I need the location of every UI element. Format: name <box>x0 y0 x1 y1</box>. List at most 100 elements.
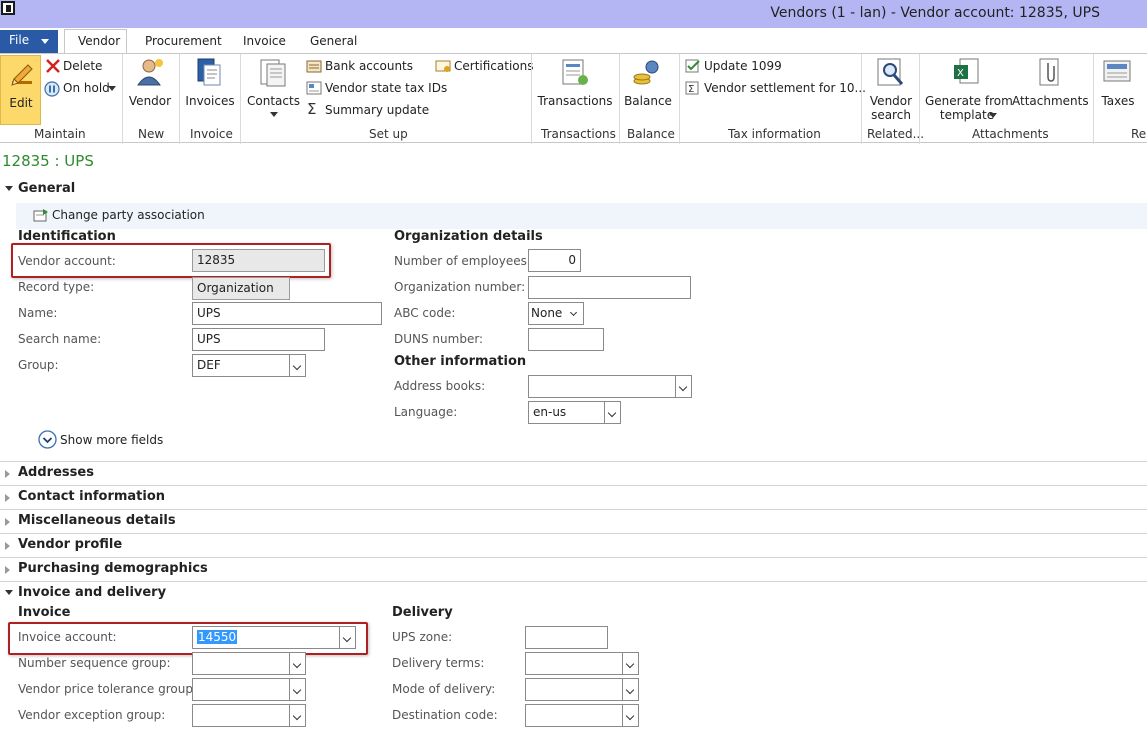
contacts-button[interactable]: Contacts <box>247 94 300 108</box>
tab-invoice[interactable]: Invoice <box>243 34 286 48</box>
invoice-account-select[interactable]: 14550 <box>192 626 356 649</box>
address-books-label: Address books: <box>394 379 486 393</box>
attachments-button[interactable]: Attachments <box>1012 94 1089 108</box>
ribbon: Edit Delete On hold Maintain Vendor New … <box>0 53 1147 144</box>
update-1099-button[interactable]: Update 1099 <box>704 59 782 73</box>
vendor-search-button[interactable]: Vendor search <box>866 94 916 122</box>
app-icon[interactable] <box>1 1 15 15</box>
group-value: DEF <box>197 358 221 372</box>
language-select[interactable]: en-us <box>528 401 621 424</box>
tab-file[interactable]: File <box>0 30 58 53</box>
chevron-down-icon <box>108 86 116 91</box>
organization-number-field[interactable] <box>528 276 691 299</box>
vendor-button[interactable]: Vendor <box>128 94 172 108</box>
bank-accounts-button[interactable]: Bank accounts <box>325 59 413 73</box>
chevron-down-icon[interactable] <box>289 355 305 376</box>
on-hold-button[interactable]: On hold <box>63 81 110 95</box>
divider <box>531 54 532 144</box>
edit-label: Edit <box>9 96 33 110</box>
section-purchasing-demographics[interactable]: Purchasing demographics <box>0 558 1147 582</box>
vendor-account-field[interactable]: 12835 <box>192 249 325 272</box>
chevron-down-icon[interactable] <box>604 402 620 423</box>
expand-circle-icon[interactable] <box>38 430 57 449</box>
party-icon <box>33 209 48 222</box>
section-vendor-profile[interactable]: Vendor profile <box>0 534 1147 558</box>
chevron-down-icon[interactable] <box>622 653 638 674</box>
section-addresses[interactable]: Addresses <box>0 462 1147 486</box>
section-general-header[interactable]: General <box>0 178 1147 202</box>
summary-update-button[interactable]: Summary update <box>325 103 429 117</box>
section-contact-information[interactable]: Contact information <box>0 486 1147 510</box>
abc-code-value: None <box>531 306 563 320</box>
section-general-title: General <box>18 181 76 196</box>
chevron-down-icon[interactable] <box>339 627 355 648</box>
section-miscellaneous-details[interactable]: Miscellaneous details <box>0 510 1147 534</box>
section-vendor-profile-title: Vendor profile <box>18 537 123 552</box>
taxes-button[interactable]: Taxes <box>1097 94 1139 108</box>
certifications-button[interactable]: Certifications <box>454 59 533 73</box>
price-tolerance-group-select[interactable] <box>192 678 306 701</box>
svg-text:X: X <box>957 68 964 79</box>
number-sequence-group-select[interactable] <box>192 652 306 675</box>
chevron-down-icon <box>989 113 997 118</box>
delete-button[interactable]: Delete <box>63 59 102 73</box>
divider <box>122 54 123 144</box>
edit-button[interactable]: Edit <box>0 55 41 125</box>
identification-title: Identification <box>18 229 116 244</box>
section-miscellaneous-title: Miscellaneous details <box>18 513 176 528</box>
address-books-select[interactable] <box>528 375 692 398</box>
group-transactions: Transactions <box>541 127 616 141</box>
invoices-icon <box>197 58 221 86</box>
transactions-button[interactable]: Transactions <box>537 94 613 108</box>
tab-general[interactable]: General <box>310 34 357 48</box>
chevron-down-icon[interactable] <box>289 705 305 726</box>
chevron-down-icon[interactable] <box>289 653 305 674</box>
chevron-down-icon[interactable] <box>675 376 691 397</box>
duns-number-field[interactable] <box>528 328 604 351</box>
mode-of-delivery-select[interactable] <box>525 678 639 701</box>
section-invoice-and-delivery[interactable]: Invoice and delivery <box>0 582 1147 606</box>
destination-code-select[interactable] <box>525 704 639 727</box>
generate-line1: Generate from <box>925 94 1013 108</box>
excel-template-icon: X <box>954 58 979 84</box>
chevron-down-icon[interactable] <box>622 679 638 700</box>
invoice-group-title: Invoice <box>18 605 71 620</box>
abc-code-select[interactable]: None <box>528 302 584 325</box>
ups-zone-field[interactable] <box>525 626 608 649</box>
employees-label: Number of employees: <box>394 254 531 268</box>
chevron-down-icon <box>270 112 278 117</box>
exception-group-select[interactable] <box>192 704 306 727</box>
other-information-title: Other information <box>394 354 527 369</box>
show-more-fields-link[interactable]: Show more fields <box>60 433 163 447</box>
chevron-down-icon <box>41 39 49 44</box>
section-addresses-title: Addresses <box>18 465 94 480</box>
chevron-down-icon[interactable] <box>289 679 305 700</box>
group-maintain: Maintain <box>34 127 86 141</box>
balance-button[interactable]: Balance <box>622 94 674 108</box>
ups-zone-label: UPS zone: <box>392 630 453 644</box>
search-name-field[interactable]: UPS <box>192 328 325 351</box>
bank-icon <box>306 60 322 73</box>
group-select[interactable]: DEF <box>192 354 306 377</box>
divider <box>919 54 920 144</box>
record-title: 12835 : UPS <box>2 152 94 170</box>
delivery-terms-select[interactable] <box>525 652 639 675</box>
name-field[interactable]: UPS <box>192 302 382 325</box>
invoice-account-label: Invoice account: <box>18 630 117 644</box>
delivery-terms-label: Delivery terms: <box>392 656 485 670</box>
invoices-button[interactable]: Invoices <box>184 94 236 108</box>
section-contact-information-title: Contact information <box>18 489 166 504</box>
taxes-icon <box>1103 60 1131 82</box>
chevron-down-icon[interactable] <box>622 705 638 726</box>
tab-vendor-label[interactable]: Vendor <box>78 34 120 48</box>
tab-procurement[interactable]: Procurement <box>145 34 222 48</box>
change-party-association-button[interactable]: Change party association <box>52 208 205 222</box>
group-related: Related... <box>867 127 925 141</box>
abc-code-label: ABC code: <box>394 306 456 320</box>
vendor-state-tax-ids-button[interactable]: Vendor state tax IDs <box>325 81 447 95</box>
vendor-settlement-button[interactable]: Vendor settlement for 10... <box>704 81 866 95</box>
employees-field[interactable]: 0 <box>528 249 581 272</box>
record-type-field[interactable]: Organization <box>192 277 290 300</box>
record-type-label: Record type: <box>18 280 95 294</box>
organization-number-label: Organization number: <box>394 280 526 294</box>
